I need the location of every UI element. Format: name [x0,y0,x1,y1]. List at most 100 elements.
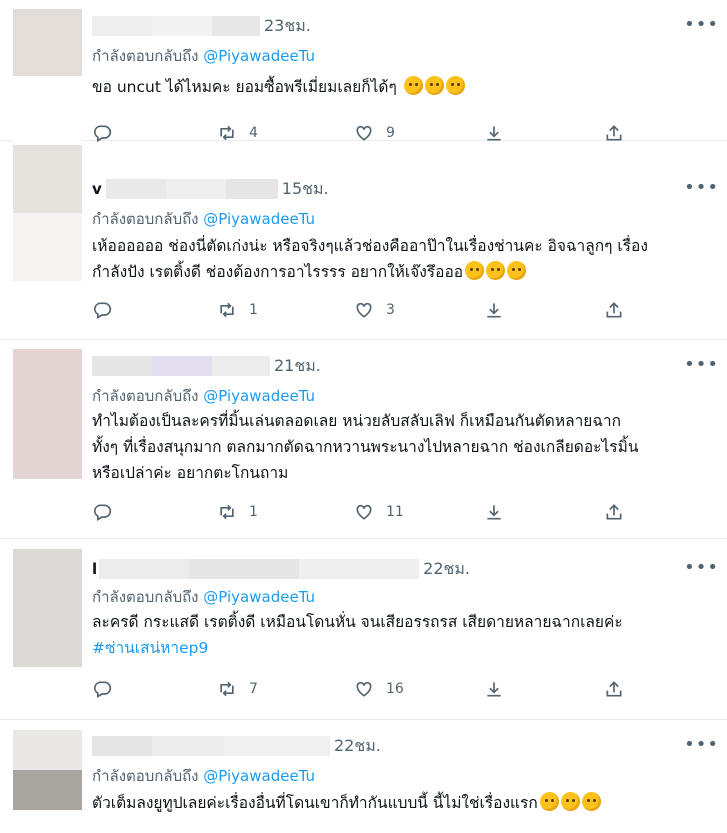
more-icon[interactable]: ••• [684,14,719,35]
export-button[interactable] [604,502,624,522]
replying-to: กำลังตอบกลับถึง @PiyawadeeTu [92,588,316,606]
tweet-text: ทำไมต้องเป็นละครที่มิ้นเล่นตลอดเลย หน่วย… [92,412,639,482]
tweet-text: ตัวเต็มลงยูทูปเลยค่ะเรื่องอื่นที่โดนเขาก… [92,790,717,816]
like-icon [356,125,372,141]
blurred-username [105,179,278,199]
share-icon [487,505,501,520]
mention-link[interactable]: @PiyawadeeTu [203,210,315,228]
avatar[interactable] [13,549,82,667]
retweet-button[interactable]: 1 [217,502,258,522]
reply-icon [94,681,112,698]
share-icon [487,303,501,318]
tweet-1[interactable]: 23ชม. ••• กำลังตอบกลับถึง @PiyawadeeTu ข… [0,0,727,143]
mention-link[interactable]: @PiyawadeeTu [203,588,315,606]
like-count: 3 [386,302,395,318]
share-icon [487,682,501,697]
tweet-text: เห้ออออออ ช่องนี่ตัดเก่งน่ะ หรือจริงๆแล้… [92,237,648,281]
emoji-icon [445,76,465,95]
tweet-header: v 15ชม. [92,177,329,201]
reply-button[interactable] [92,679,112,699]
like-count: 16 [386,681,404,697]
avatar[interactable] [13,145,82,281]
tweet-time[interactable]: 15ชม. [282,177,329,202]
share-button[interactable] [484,300,504,320]
tweet-time[interactable]: 21ชม. [274,354,321,379]
emoji-icon [539,792,559,811]
replying-to: กำลังตอบกลับถึง @PiyawadeeTu [92,767,316,785]
retweet-icon [220,125,234,141]
tweet-actions: 1 11 [92,499,632,525]
retweet-icon [220,504,234,520]
like-count: 11 [386,504,404,520]
tweet-header: 23ชม. [92,14,311,38]
replying-to: กำลังตอบกลับถึง @PiyawadeeTu [92,387,316,405]
emoji-icon [581,792,601,811]
tweet-4[interactable]: l 22ชม. ••• กำลังตอบกลับถึง @PiyawadeeTu… [0,539,727,720]
more-icon[interactable]: ••• [684,734,719,755]
blurred-username [92,356,270,376]
tweet-text: ละครดี กระแสดี เรตติ้งดี เหมือนโดนหั่น จ… [92,609,717,661]
like-count: 9 [386,125,395,141]
retweet-count: 1 [249,504,258,520]
more-icon[interactable]: ••• [684,557,719,578]
tweet-actions: 7 16 [92,676,632,702]
export-icon [606,681,622,697]
tweet-3[interactable]: 21ชม. ••• กำลังตอบกลับถึง @PiyawadeeTu ท… [0,340,727,539]
like-button[interactable]: 9 [354,123,395,143]
share-button[interactable] [484,679,504,699]
export-button[interactable] [604,300,624,320]
like-button[interactable]: 3 [354,300,395,320]
emoji-icon [465,261,485,280]
tweet-time[interactable]: 23ชม. [264,14,311,39]
blurred-username [99,559,420,579]
retweet-button[interactable]: 4 [217,123,258,143]
hashtag-link[interactable]: #ซ่านเสน่หาep9 [92,635,717,661]
retweet-icon [220,681,234,697]
like-icon [356,681,372,697]
reply-button[interactable] [92,502,112,522]
export-icon [606,302,622,318]
share-icon [487,126,501,141]
retweet-count: 1 [249,302,258,318]
share-button[interactable] [484,502,504,522]
tweet-header: l 22ชม. [92,557,470,581]
mention-link[interactable]: @PiyawadeeTu [203,767,315,785]
export-button[interactable] [604,123,624,143]
tweet-time[interactable]: 22ชม. [423,557,470,582]
blurred-username [92,16,260,36]
emoji-icon [507,261,527,280]
tweet-2[interactable]: v 15ชม. ••• กำลังตอบกลับถึง @PiyawadeeTu… [0,141,727,340]
tweet-time[interactable]: 22ชม. [334,734,381,759]
export-icon [606,504,622,520]
reply-button[interactable] [92,123,112,143]
blurred-username [92,736,330,756]
retweet-button[interactable]: 1 [217,300,258,320]
retweet-count: 4 [249,125,258,141]
like-button[interactable]: 16 [354,679,404,699]
tweet-actions: 1 3 [92,297,632,323]
like-button[interactable]: 11 [354,502,404,522]
tweet-5[interactable]: 22ชม. ••• กำลังตอบกลับถึง @PiyawadeeTu ต… [0,720,727,833]
export-button[interactable] [604,679,624,699]
retweet-button[interactable]: 7 [217,679,258,699]
avatar[interactable] [13,349,82,479]
replying-to: กำลังตอบกลับถึง @PiyawadeeTu [92,210,316,228]
export-icon [606,125,622,141]
replying-to: กำลังตอบกลับถึง @PiyawadeeTu [92,47,316,65]
share-button[interactable] [484,123,504,143]
retweet-icon [220,302,234,318]
avatar[interactable] [13,730,82,810]
like-icon [356,504,372,520]
emoji-icon [424,76,444,95]
emoji-icon [560,792,580,811]
reply-icon [94,125,112,142]
tweet-text: ขอ uncut ได้ไหมคะ ยอมซื้อพรีเมี่ยมเลยก็ไ… [92,74,717,100]
mention-link[interactable]: @PiyawadeeTu [203,387,315,405]
reply-button[interactable] [92,300,112,320]
tweet-header: 22ชม. [92,734,381,758]
more-icon[interactable]: ••• [684,177,719,198]
emoji-icon [486,261,506,280]
mention-link[interactable]: @PiyawadeeTu [203,47,315,65]
more-icon[interactable]: ••• [684,354,719,375]
avatar[interactable] [13,9,82,142]
